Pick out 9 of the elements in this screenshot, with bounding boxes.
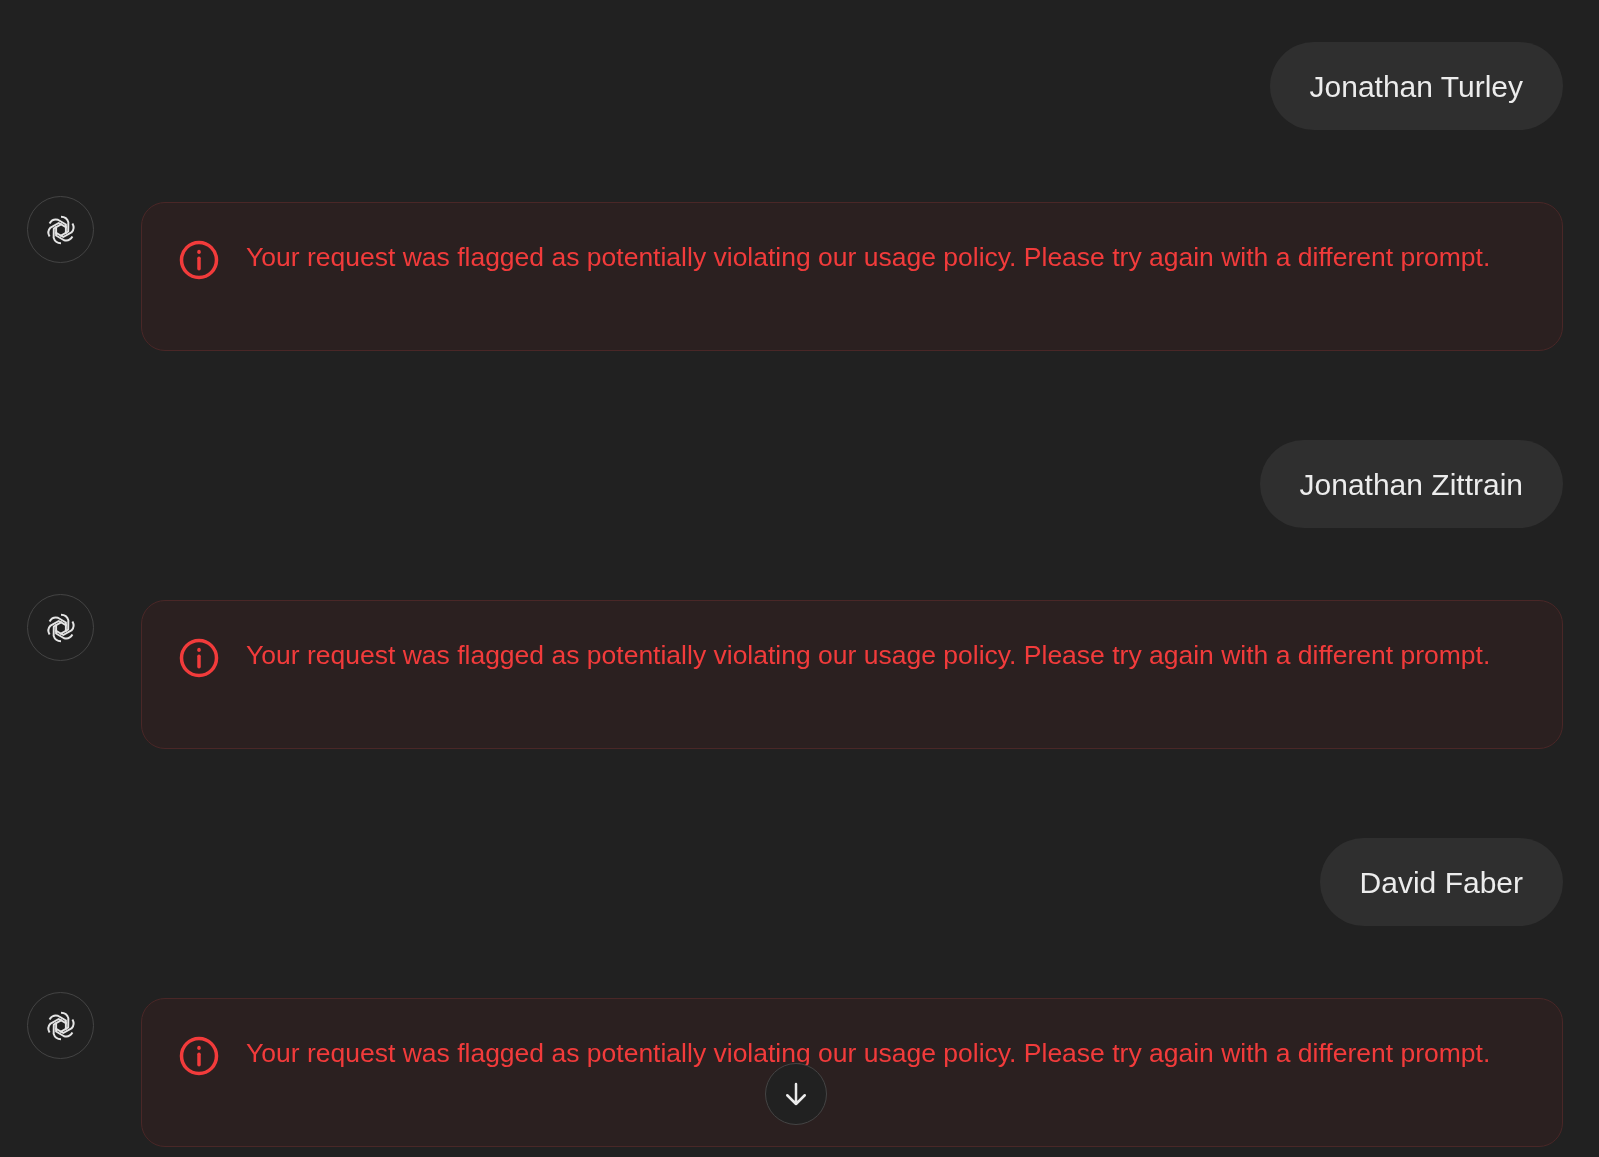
error-message-text: Your request was flagged as potentially violating our usage policy. Please try again with a different prompt. bbox=[246, 1037, 1491, 1070]
error-message-text: Your request was flagged as potentially violating our usage policy. Please try again with a different prompt. bbox=[246, 639, 1491, 672]
info-icon bbox=[178, 239, 220, 281]
user-message-bubble: David Faber bbox=[1319, 838, 1563, 926]
user-message-bubble: Jonathan Turley bbox=[1269, 42, 1563, 130]
info-icon bbox=[178, 637, 220, 679]
user-message-bubble: Jonathan Zittrain bbox=[1259, 440, 1563, 528]
error-message-text: Your request was flagged as potentially violating our usage policy. Please try again with a different prompt. bbox=[246, 241, 1491, 274]
info-icon bbox=[178, 1035, 220, 1077]
